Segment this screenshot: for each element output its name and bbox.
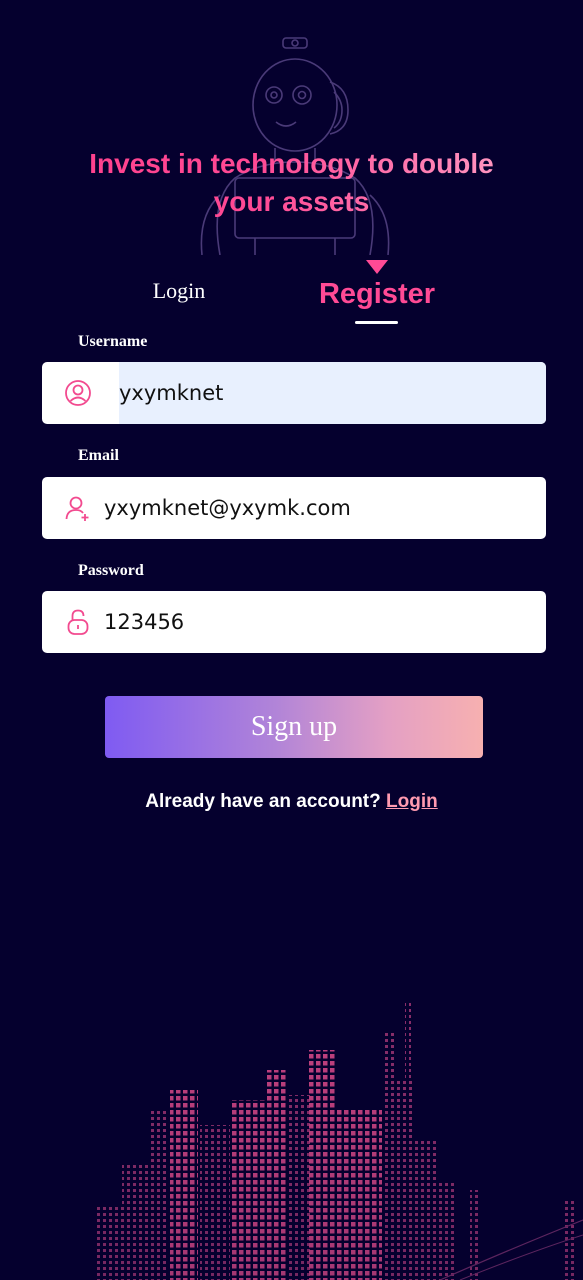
- hero-headline: Invest in technology to double your asse…: [0, 145, 583, 221]
- password-label: Password: [78, 562, 144, 579]
- hero-headline-line1: Invest in technology to double: [89, 148, 494, 179]
- city-skyline-illustration: [0, 990, 583, 1280]
- robot-illustration: [200, 37, 390, 255]
- password-field-container: [42, 591, 546, 653]
- username-input[interactable]: [119, 362, 539, 424]
- login-prompt: Already have an account? Login: [0, 791, 583, 813]
- email-input[interactable]: [104, 477, 534, 539]
- email-field-container: [42, 477, 546, 539]
- password-input[interactable]: [104, 591, 534, 653]
- tab-login[interactable]: Login: [140, 278, 218, 304]
- active-tab-underline: [355, 321, 398, 324]
- username-label: Username: [78, 333, 148, 350]
- lock-icon: [67, 609, 89, 635]
- username-field-container: [42, 362, 546, 424]
- user-add-icon: [65, 496, 89, 521]
- email-label: Email: [78, 447, 119, 464]
- user-circle-icon: [65, 380, 91, 406]
- signup-button[interactable]: Sign up: [105, 696, 483, 758]
- login-prompt-text: Already have an account?: [145, 791, 381, 812]
- active-tab-caret-icon: [366, 260, 388, 274]
- login-link[interactable]: Login: [386, 791, 438, 812]
- tab-register[interactable]: Register: [310, 278, 444, 311]
- hero-headline-line2: your assets: [213, 186, 370, 217]
